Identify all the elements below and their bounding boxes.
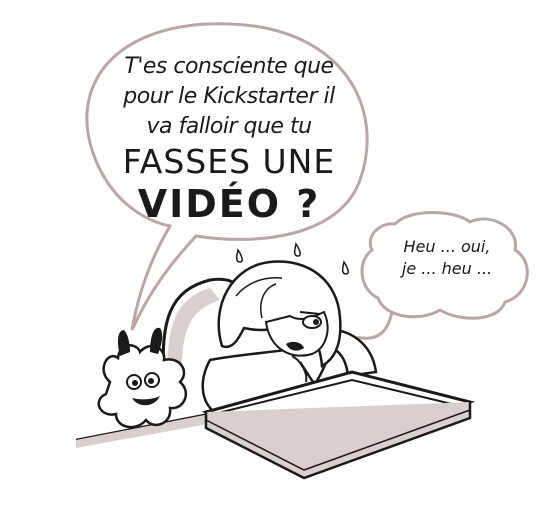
speech-line-1: T'es consciente que bbox=[124, 54, 334, 79]
speech-text-large: T'es consciente que pour le Kickstarter … bbox=[104, 52, 354, 226]
speech-line-3: va falloir que tu bbox=[146, 114, 312, 139]
reply-line-1: Heu ... oui, bbox=[403, 237, 491, 256]
speech-line-5: VIDÉO ? bbox=[137, 182, 321, 226]
speech-line-2: pour le Kickstarter il bbox=[123, 84, 335, 109]
sweat-drop-left bbox=[235, 248, 243, 263]
sweat-drop-mid bbox=[293, 242, 301, 257]
speech-text-small: Heu ... oui, je ... heu ... bbox=[372, 236, 522, 280]
speech-line-4: FASSES UNE bbox=[122, 142, 336, 181]
sweat-drop-right bbox=[341, 260, 349, 275]
reply-line-2: je ... heu ... bbox=[401, 259, 493, 278]
